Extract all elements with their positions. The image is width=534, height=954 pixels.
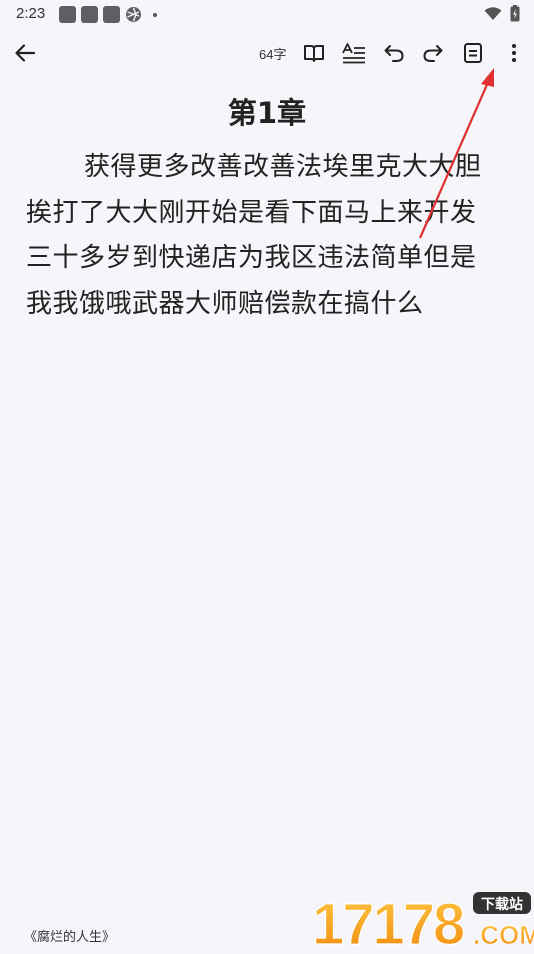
notification-app-icon [103,6,120,23]
more-options-button[interactable] [499,38,529,68]
system-icons [484,5,520,22]
back-button[interactable] [10,38,40,68]
word-count: 64字 [259,47,287,62]
aperture-icon [126,7,141,22]
watermark-number: 17178 [312,892,464,950]
annotation-arrow [418,68,494,239]
text-format-button[interactable] [339,38,369,68]
book-title: 《腐烂的人生》 [24,930,116,945]
undo-icon [384,45,404,62]
notification-app-icon [81,6,98,23]
status-time: 2:23 [16,5,46,22]
arrow-left-icon [15,44,36,62]
more-vertical-icon [512,44,516,62]
watermark-graphic: 17178 下载站 .COM [311,891,534,954]
redo-button[interactable] [418,38,448,68]
notification-icons [59,6,157,23]
chapter-title: 第1章 [227,96,307,130]
watermark-tag: 下载站 [481,896,523,913]
status-bar: 2:23 [0,0,534,28]
battery-icon [510,5,520,22]
book-open-icon [304,45,324,62]
redo-icon [423,45,443,62]
chapter-body-text[interactable]: 获得更多改善改善法埃里克大大胆挨打了大大刚开始是看下面马上来开发三十多岁到快递店… [26,145,486,327]
wifi-icon [484,6,502,20]
editor-toolbar: 64字 [0,28,534,78]
watermark-suffix: .COM [473,920,534,950]
note-button[interactable] [458,38,488,68]
text-format-icon [342,43,365,64]
undo-button[interactable] [379,38,409,68]
notification-app-icon [59,6,76,23]
watermark-logo: 17178 下载站 .COM [310,888,534,954]
read-mode-button[interactable] [299,38,329,68]
more-notifications-dot [153,12,157,17]
note-icon [464,43,482,63]
